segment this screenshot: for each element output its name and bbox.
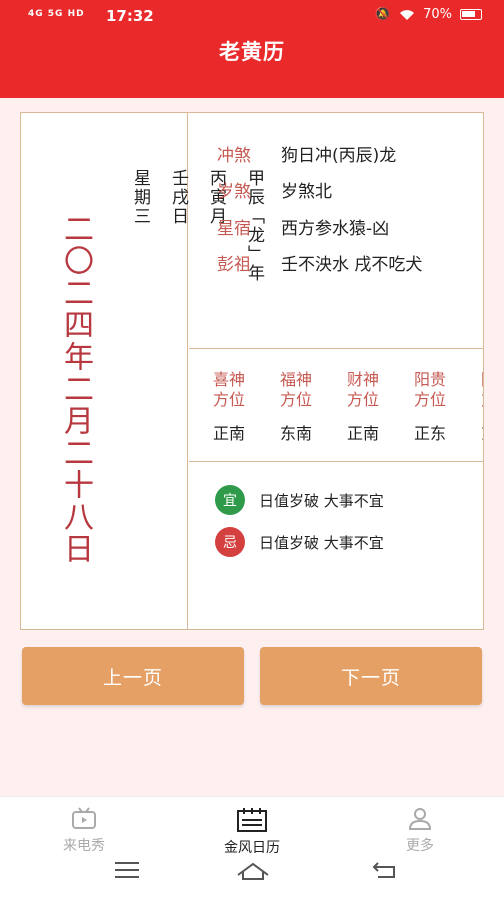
calendar-icon [237,808,267,832]
yi-text: 日值岁破 大事不宜 [259,491,384,510]
info-row-chongsha: 冲煞 狗日冲(丙辰)龙 [217,146,397,166]
info-section: 冲煞 狗日冲(丙辰)龙 岁煞 岁煞北 星宿 西方参水猿-凶 彭祖 壬不泱水 戌不吃犬 [189,113,483,349]
god-directions[interactable]: 喜神 方位 正南 福神 方位 东南 财神 方位 正南 阳贵 方位 正东 阴贵 方 [189,350,483,462]
yi-row: 宜 日值岁破 大事不宜 [215,485,384,515]
tab-more[interactable]: 更多 [370,807,470,855]
yi-badge: 宜 [215,485,245,515]
detail-column: 冲煞 狗日冲(丙辰)龙 岁煞 岁煞北 星宿 西方参水猿-凶 彭祖 壬不泱水 戌不吃犬 喜… [189,113,483,629]
tv-icon [72,807,96,829]
lunar-date: 二〇二四年二月二十八日 [58,213,93,565]
next-page-button[interactable]: 下一页 [260,647,482,705]
prev-page-button[interactable]: 上一页 [22,647,244,705]
god-fushen: 福神 方位 东南 [279,370,312,443]
date-column: 二〇二四年二月二十八日 甲辰「龙」年 丙寅月 壬戌日 星期三 [21,113,264,629]
mute-icon: 🔕 [374,7,392,22]
bottom-nav: 来电秀 金风日历 更多 [0,796,504,898]
yiji-section: 宜 日值岁破 大事不宜 忌 日值岁破 大事不宜 [189,463,483,629]
app-header: 4G 5G HD 17:32 🔕 70% 老黄历 [0,0,504,98]
god-yingui: 阴贵 方位 东北 [467,370,483,444]
menu-icon[interactable] [114,861,140,879]
info-row-pengzu: 彭祖 壬不泱水 戌不吃犬 [217,255,423,275]
wifi-icon [400,9,415,20]
weekday: 星期三 [130,169,150,226]
god-yanggui: 阳贵 方位 正东 [413,370,446,443]
page-title: 老黄历 [219,40,285,64]
almanac-panel: 二〇二四年二月二十八日 甲辰「龙」年 丙寅月 壬戌日 星期三 冲煞 狗日冲(丙辰)… [20,112,484,630]
user-icon [408,808,432,830]
info-row-xingxiu: 星宿 西方参水猿-凶 [217,219,390,239]
back-icon[interactable] [372,861,398,879]
status-bar: 4G 5G HD 17:32 🔕 70% [0,0,504,32]
system-nav-bar [0,861,504,891]
tab-ringtone-show[interactable]: 来电秀 [34,807,134,855]
battery-percent: 70% [423,7,452,22]
info-row-suisha: 岁煞 岁煞北 [217,182,332,202]
status-time: 17:32 [106,7,154,25]
ji-text: 日值岁破 大事不宜 [259,533,384,552]
status-right: 🔕 70% [375,7,482,22]
signal-indicator: 4G 5G HD [28,9,85,19]
ji-badge: 忌 [215,527,245,557]
tab-calendar[interactable]: 金风日历 [202,807,302,857]
god-caishen: 财神 方位 正南 [346,370,379,443]
home-icon[interactable] [236,861,270,881]
ji-row: 忌 日值岁破 大事不宜 [215,527,384,557]
god-xishen: 喜神 方位 正南 [212,370,245,443]
battery-icon [460,9,482,20]
